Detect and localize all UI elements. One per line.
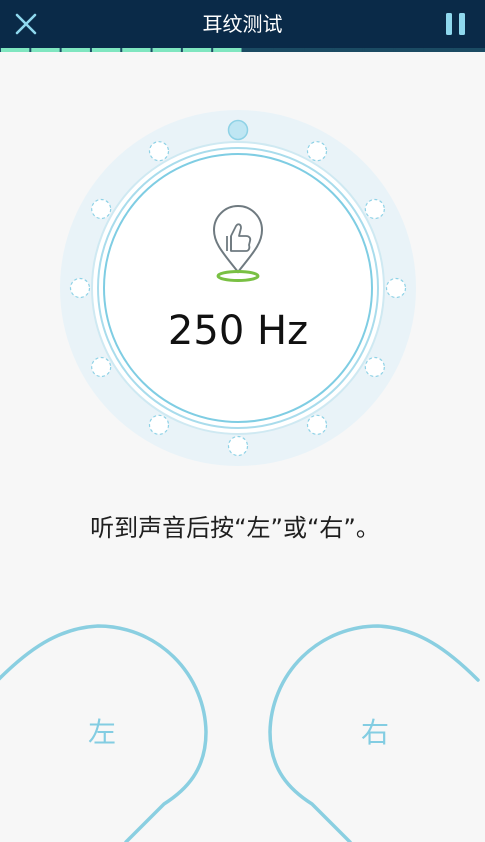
progress-segment — [304, 48, 333, 52]
progress-segment — [61, 48, 90, 52]
left-button-label: 左 — [87, 716, 116, 749]
dial-dot — [385, 277, 407, 299]
progress-segment — [122, 48, 151, 52]
progress-segment — [455, 48, 484, 52]
progress-segment — [334, 48, 363, 52]
dial-dot — [364, 356, 385, 378]
dial-dot — [364, 198, 385, 220]
dial-inner-circle — [103, 153, 373, 423]
dial-dot — [148, 414, 170, 435]
page-title: 耳纹测试 — [202, 12, 283, 36]
dial-dot-active — [227, 119, 249, 141]
dial-dot — [306, 414, 328, 435]
instruction-text: 听到声音后按“左”或“右”。 — [90, 514, 380, 542]
frequency-label: 250 Hz — [167, 308, 309, 354]
test-progress-bar — [0, 48, 485, 52]
progress-segment — [152, 48, 181, 52]
dial-dot — [91, 356, 112, 378]
progress-segment — [273, 48, 303, 52]
top-bar: 耳纹测试 — [0, 0, 485, 48]
progress-segment — [91, 48, 121, 52]
progress-segment — [1, 48, 30, 52]
progress-segment — [243, 48, 272, 52]
progress-segment — [31, 48, 60, 52]
dial-dot — [69, 277, 91, 299]
progress-segment — [395, 48, 424, 52]
dial-dot — [306, 141, 328, 162]
right-button-label: 右 — [360, 716, 389, 749]
frequency-dial — [60, 110, 416, 466]
dial-dot — [148, 141, 170, 162]
progress-segment — [425, 48, 454, 52]
progress-segment — [182, 48, 212, 52]
progress-segment — [213, 48, 242, 52]
pause-icon[interactable] — [441, 10, 471, 38]
dial-dot — [227, 435, 249, 457]
dial-dot — [91, 198, 112, 220]
progress-segment — [364, 48, 394, 52]
